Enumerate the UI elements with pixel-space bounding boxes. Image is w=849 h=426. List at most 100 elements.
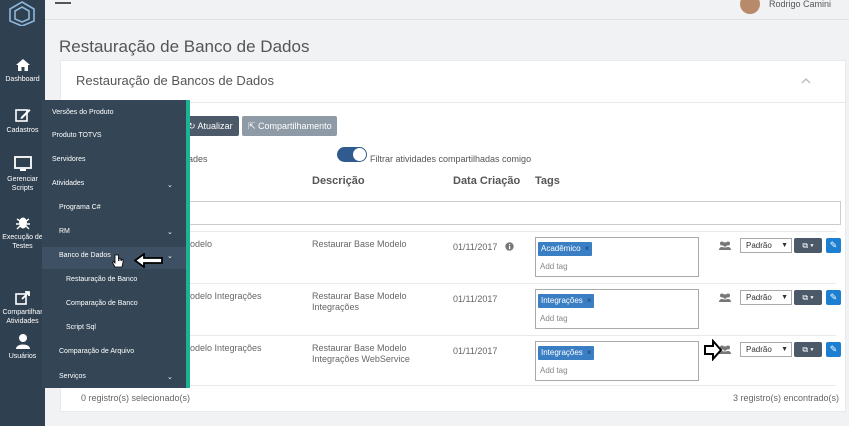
tag-remove-icon[interactable]: × bbox=[587, 348, 592, 357]
tag-chip: Integrações × bbox=[538, 346, 595, 360]
copy-dropdown-button[interactable]: ⧉ ▾ bbox=[794, 290, 822, 305]
divider bbox=[76, 385, 836, 386]
chevron-down-icon: ⌄ bbox=[167, 182, 173, 189]
select-value: Padrão bbox=[746, 241, 772, 250]
profile-select[interactable]: Padrão ▼ bbox=[740, 290, 792, 305]
collapse-chevron-icon[interactable] bbox=[801, 77, 811, 87]
hand-cursor-icon bbox=[112, 254, 124, 268]
bug-icon bbox=[15, 217, 30, 230]
add-tag-placeholder[interactable]: Add tag bbox=[540, 314, 568, 323]
menu-item-script-sql[interactable]: Script Sql bbox=[66, 324, 96, 331]
filter-input[interactable] bbox=[181, 201, 841, 225]
menu-item-programa-csharp[interactable]: Programa C# bbox=[59, 204, 101, 211]
menu-item-banco-de-dados[interactable]: Banco de Dados bbox=[59, 252, 111, 259]
share-icon bbox=[14, 291, 30, 305]
tag-label: Acadêmico bbox=[541, 244, 581, 253]
menu-item-servicos[interactable]: Serviços bbox=[59, 373, 86, 380]
add-tag-placeholder[interactable]: Add tag bbox=[540, 366, 568, 375]
home-icon bbox=[15, 59, 30, 71]
sidebar-item-usuarios[interactable]: Usuários bbox=[0, 333, 45, 361]
copy-dropdown-button[interactable]: ⧉ ▾ bbox=[794, 342, 822, 357]
menu-item-rm[interactable]: RM bbox=[59, 228, 70, 235]
profile-select[interactable]: Padrão ▼ bbox=[740, 238, 792, 253]
sidebar-item-label: Dashboard bbox=[5, 76, 40, 83]
menu-item-atividades[interactable]: Atividades bbox=[52, 180, 84, 187]
toggle-label: Filtrar atividades compartilhadas comigo bbox=[370, 154, 532, 164]
sidebar-item-dashboard[interactable]: Dashboard bbox=[0, 58, 45, 84]
sidebar-item-label: Gerenciar Scripts bbox=[7, 176, 38, 192]
edit-icon bbox=[14, 109, 30, 122]
select-value: Padrão bbox=[746, 293, 772, 302]
column-header-tags[interactable]: Tags bbox=[535, 175, 560, 187]
group-icon bbox=[719, 293, 731, 302]
selected-count: 0 registro(s) selecionado(s) bbox=[81, 393, 191, 403]
menu-item-restauracao-banco[interactable]: Restauração de Banco bbox=[66, 276, 137, 283]
atividades-label: ades bbox=[188, 154, 208, 164]
menu-item-comparacao-banco[interactable]: Comparação de Banco bbox=[66, 300, 138, 307]
sidebar-item-execucao-testes[interactable]: Execução de Testes bbox=[0, 214, 45, 251]
panel-title: Restauração de Bancos de Dados bbox=[76, 73, 275, 88]
app-logo-icon[interactable] bbox=[6, 0, 38, 26]
caret-down-icon: ▼ bbox=[781, 294, 788, 301]
row-description: Restaurar Base Modelo Integrações WebSer… bbox=[312, 343, 410, 364]
profile-select[interactable]: Padrão ▼ bbox=[740, 342, 792, 357]
divider bbox=[76, 283, 836, 284]
column-header-descricao[interactable]: Descrição bbox=[312, 175, 365, 187]
menu-item-produto-totvs[interactable]: Produto TOTVS bbox=[52, 132, 102, 139]
tags-input[interactable]: Acadêmico × Add tag bbox=[535, 237, 699, 277]
hamburger-menu-icon[interactable] bbox=[55, 0, 71, 9]
menu-item-servidores[interactable]: Servidores bbox=[52, 156, 85, 163]
sidebar: Dashboard Cadastros Gerenciar Scripts Ex… bbox=[0, 0, 45, 426]
edit-button[interactable]: ✎ bbox=[826, 238, 841, 253]
cadastros-flyout-menu: Versões do Produto Produto TOTVS Servido… bbox=[42, 100, 190, 388]
chevron-down-icon: ⌄ bbox=[167, 374, 173, 381]
row-date: 01/11/2017 bbox=[453, 294, 498, 304]
tags-input[interactable]: Integrações × Add tag bbox=[535, 289, 699, 329]
sidebar-item-label: Cadastros bbox=[6, 127, 39, 134]
share-icon: ⇱ bbox=[248, 121, 259, 131]
user-name[interactable]: Rodrigo Camini bbox=[769, 0, 831, 9]
share-button-label: Compartilhamento bbox=[258, 121, 332, 131]
sidebar-item-label: Usuários bbox=[8, 353, 37, 360]
top-navbar: Rodrigo Camini bbox=[45, 0, 849, 20]
shared-activities-toggle[interactable] bbox=[337, 147, 367, 162]
tag-remove-icon[interactable]: × bbox=[587, 296, 592, 305]
user-icon bbox=[15, 334, 30, 349]
copy-dropdown-button[interactable]: ⧉ ▾ bbox=[794, 238, 822, 253]
share-button[interactable]: ⇱ Compartilhamento bbox=[242, 116, 337, 136]
monitor-icon bbox=[13, 156, 32, 171]
row-date: 01/11/2017 bbox=[453, 346, 498, 356]
select-value: Padrão bbox=[746, 345, 772, 354]
add-tag-placeholder[interactable]: Add tag bbox=[540, 262, 568, 271]
row-name: odelo Integrações bbox=[190, 291, 262, 301]
sidebar-item-label: Compartilhar Atividades bbox=[2, 309, 43, 325]
tags-input[interactable]: Integrações × Add tag bbox=[535, 341, 699, 381]
tag-label: Integrações bbox=[541, 296, 583, 305]
tag-chip: Acadêmico × bbox=[538, 242, 593, 256]
edit-button[interactable]: ✎ bbox=[826, 342, 841, 357]
info-icon[interactable] bbox=[505, 242, 514, 251]
sidebar-item-cadastros[interactable]: Cadastros bbox=[0, 107, 45, 135]
row-name: odelo bbox=[190, 239, 213, 249]
edit-button[interactable]: ✎ bbox=[826, 290, 841, 305]
menu-item-versoes-produto[interactable]: Versões do Produto bbox=[52, 109, 114, 116]
sidebar-item-label: Execução de Testes bbox=[2, 234, 43, 250]
tag-remove-icon[interactable]: × bbox=[585, 244, 590, 253]
sidebar-item-compartilhar[interactable]: Compartilhar Atividades bbox=[0, 291, 45, 326]
divider bbox=[76, 231, 836, 232]
annotation-arrow-right-icon bbox=[704, 339, 723, 361]
menu-item-comparacao-arquivo[interactable]: Comparação de Arquivo bbox=[59, 348, 134, 355]
chevron-down-icon: ⌄ bbox=[167, 253, 173, 260]
row-name: odelo Integrações bbox=[190, 343, 262, 353]
sidebar-item-gerenciar-scripts[interactable]: Gerenciar Scripts bbox=[0, 156, 45, 193]
found-count: 3 registro(s) encontrado(s) bbox=[733, 393, 840, 403]
column-header-data[interactable]: Data Criação bbox=[453, 175, 520, 187]
caret-down-icon: ▼ bbox=[781, 242, 788, 249]
chevron-down-icon: ⌄ bbox=[167, 229, 173, 236]
divider bbox=[76, 335, 836, 336]
row-description: Restaurar Base Modelo bbox=[312, 239, 407, 249]
tag-chip: Integrações × bbox=[538, 294, 595, 308]
avatar[interactable] bbox=[740, 0, 760, 14]
row-description: Restaurar Base Modelo Integrações bbox=[312, 291, 407, 312]
caret-down-icon: ▼ bbox=[781, 346, 788, 353]
